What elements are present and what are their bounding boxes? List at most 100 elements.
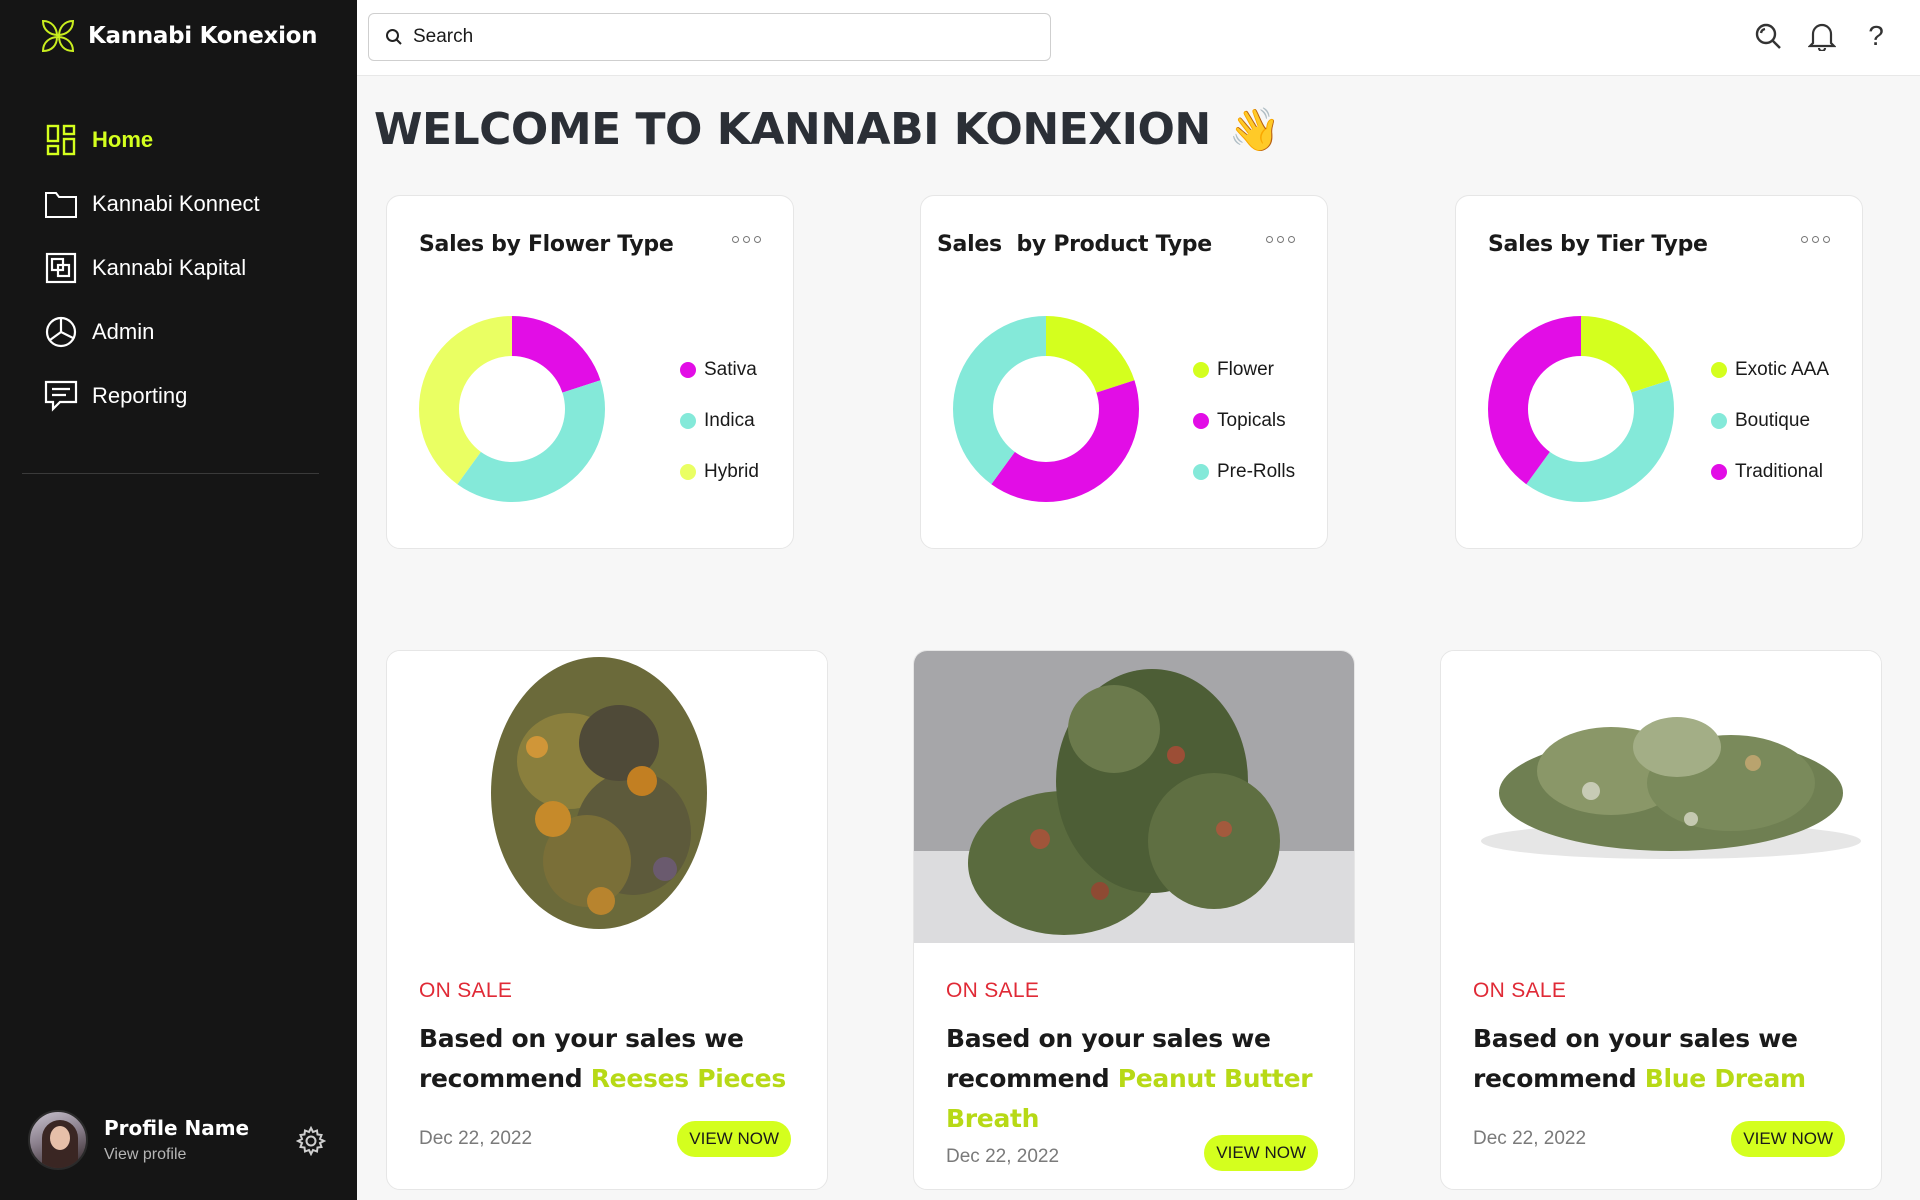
legend-swatch — [680, 361, 696, 378]
brand-name: Kannabi Konexion — [88, 23, 318, 49]
more-options-icon[interactable] — [732, 236, 761, 243]
sidebar-item-home[interactable]: Home — [44, 108, 334, 172]
legend-swatch — [1711, 412, 1727, 429]
avatar[interactable] — [28, 1110, 88, 1170]
promo-date: Dec 22, 2022 — [1473, 1128, 1587, 1149]
promo-date: Dec 22, 2022 — [419, 1128, 533, 1149]
legend-item: Sativa — [680, 344, 759, 395]
sidebar-item-label: Home — [92, 127, 154, 152]
chart-card-product-type: Sales by Product Type Flower Topicals Pre-… — [920, 195, 1328, 549]
search-bar[interactable] — [368, 13, 1051, 61]
sidebar-item-label: Admin — [92, 319, 155, 344]
dashboard-icon — [44, 123, 78, 157]
search-icon[interactable] — [1754, 20, 1782, 52]
donut-slice-pre-rolls[interactable] — [953, 316, 1046, 485]
recommendation-text: Based on your sales we recommend Peanut … — [946, 1019, 1326, 1139]
more-options-icon[interactable] — [1266, 236, 1295, 243]
search-icon — [386, 29, 402, 45]
donut-slice-flower[interactable] — [1046, 316, 1135, 393]
donut-chart — [1488, 316, 1674, 502]
legend-item: Topicals — [1193, 395, 1295, 446]
brand[interactable]: Kannabi Konexion — [40, 18, 318, 54]
profile-name: Profile Name — [104, 1116, 250, 1140]
sale-badge: ON SALE — [419, 979, 513, 1002]
page-title: WELCOME TO KANNABI KONEXION 👋 — [374, 104, 1281, 155]
product-image[interactable] — [914, 651, 1355, 943]
chart-card-tier-type: Sales by Tier Type Exotic AAA Boutique Tra… — [1455, 195, 1863, 549]
legend-label: Hybrid — [704, 460, 759, 482]
legend-swatch — [680, 412, 696, 429]
chart-card-flower-type: Sales by Flower Type Sativa Indica Hybrid — [386, 195, 794, 549]
donut-slice-sativa[interactable] — [512, 316, 601, 393]
legend-item: Pre-Rolls — [1193, 446, 1295, 497]
promo-card: ON SALE Based on your sales we recommend… — [386, 650, 828, 1190]
chart-title: Sales by Tier Type — [1488, 232, 1708, 257]
legend-label: Topicals — [1217, 409, 1286, 431]
legend-item: Boutique — [1711, 395, 1829, 446]
sidebar-item-kannabi-konnect[interactable]: Kannabi Konnect — [44, 172, 334, 236]
recommendation-text: Based on your sales we recommend Blue Dr… — [1473, 1019, 1853, 1099]
legend-swatch — [1193, 463, 1209, 480]
legend-item: Flower — [1193, 344, 1295, 395]
help-icon[interactable]: ? — [1862, 20, 1890, 52]
sale-badge: ON SALE — [1473, 979, 1567, 1002]
chart-title: Sales by Flower Type — [419, 232, 674, 257]
chart-legend: Sativa Indica Hybrid — [680, 344, 759, 497]
sale-badge: ON SALE — [946, 979, 1040, 1002]
promo-date: Dec 22, 2022 — [946, 1146, 1060, 1167]
legend-swatch — [680, 463, 696, 480]
page-title-text: WELCOME TO KANNABI KONEXION — [374, 104, 1211, 155]
folder-icon — [44, 187, 78, 221]
legend-label: Traditional — [1735, 460, 1824, 482]
legend-swatch — [1193, 412, 1209, 429]
legend-label: Pre-Rolls — [1217, 460, 1296, 482]
donut-slice-topicals[interactable] — [991, 380, 1139, 502]
sidebar-item-admin[interactable]: Admin — [44, 300, 334, 364]
donut-slice-boutique[interactable] — [1526, 380, 1674, 502]
donut-chart — [953, 316, 1139, 502]
donut-slice-indica[interactable] — [457, 380, 605, 502]
legend-item: Hybrid — [680, 446, 759, 497]
product-image[interactable] — [387, 651, 828, 943]
donut-slice-exotic-aaa[interactable] — [1581, 316, 1670, 393]
sidebar-item-label: Reporting — [92, 383, 188, 408]
bell-icon[interactable] — [1808, 20, 1836, 52]
gear-icon[interactable] — [295, 1125, 327, 1161]
search-input[interactable] — [413, 26, 1013, 48]
pie-chart-icon — [44, 315, 78, 349]
recommendation-text: Based on your sales we recommend Reeses … — [419, 1019, 799, 1099]
legend-item: Traditional — [1711, 446, 1829, 497]
donut-slice-hybrid[interactable] — [419, 316, 512, 485]
topbar: ? — [357, 0, 1920, 76]
sidebar-item-label: Kannabi Konnect — [92, 191, 260, 216]
legend-label: Boutique — [1735, 409, 1811, 431]
product-name[interactable]: Reeses Pieces — [591, 1064, 786, 1093]
sidebar-item-kannabi-kapital[interactable]: Kannabi Kapital — [44, 236, 334, 300]
product-name[interactable]: Blue Dream — [1645, 1064, 1806, 1093]
view-now-button[interactable]: VIEW NOW — [677, 1121, 791, 1157]
sidebar: Kannabi Konexion Home Kannabi Konnect Ka… — [0, 0, 357, 1200]
legend-item: Indica — [680, 395, 759, 446]
waving-hand-icon: 👋 — [1228, 104, 1281, 154]
legend-swatch — [1711, 463, 1727, 480]
sidebar-item-reporting[interactable]: Reporting — [44, 364, 334, 428]
sidebar-nav: Home Kannabi Konnect Kannabi Kapital Adm… — [44, 108, 334, 428]
legend-label: Indica — [704, 409, 755, 431]
view-now-button[interactable]: VIEW NOW — [1731, 1121, 1845, 1157]
legend-swatch — [1193, 361, 1209, 378]
legend-swatch — [1711, 361, 1727, 378]
view-profile-link[interactable]: View profile — [104, 1146, 249, 1164]
donut-slice-traditional[interactable] — [1488, 316, 1581, 485]
message-icon — [44, 379, 78, 413]
legend-item: Exotic AAA — [1711, 344, 1829, 395]
legend-label: Flower — [1217, 358, 1275, 380]
layers-icon — [44, 251, 78, 285]
donut-chart — [419, 316, 605, 502]
more-options-icon[interactable] — [1801, 236, 1830, 243]
sidebar-divider — [22, 473, 319, 474]
chart-legend: Flower Topicals Pre-Rolls — [1193, 344, 1295, 497]
view-now-button[interactable]: VIEW NOW — [1204, 1135, 1318, 1171]
product-image[interactable] — [1441, 651, 1882, 943]
profile: Profile Name View profile — [28, 1108, 328, 1172]
chart-title: Sales by Product Type — [937, 232, 1212, 257]
